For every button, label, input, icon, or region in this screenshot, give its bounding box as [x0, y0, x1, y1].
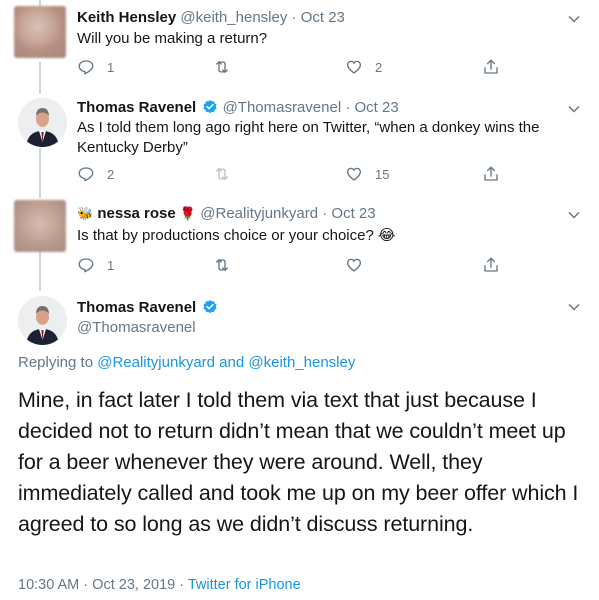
reply-count: 2 [107, 166, 115, 182]
retweet-icon [216, 168, 228, 180]
user-handle[interactable]: @keith_hensley [180, 9, 287, 26]
retweet-button[interactable] [213, 58, 243, 76]
reply-count: 1 [107, 257, 115, 273]
share-button[interactable] [482, 58, 500, 76]
name-prefix-emoji: 🐝 [77, 206, 94, 221]
tweet-actions: 1 2 [77, 58, 507, 78]
tweet-actions: 1 [77, 256, 507, 276]
tweet-source-link[interactable]: Twitter for iPhone [188, 577, 301, 593]
like-count: 15 [375, 166, 390, 182]
user-handle[interactable]: @Thomasravenel [77, 318, 196, 337]
like-button[interactable] [345, 256, 375, 274]
tweet-time[interactable]: 10:30 AM [18, 577, 79, 593]
tweet-header: 🐝 nessa rose 🌹 @Realityjunkyard · Oct 23 [77, 204, 376, 223]
chevron-down-icon[interactable] [567, 300, 581, 314]
reply-icon [78, 258, 94, 273]
main-tweet: Thomas Ravenel @Thomasravenel [0, 292, 599, 352]
like-button[interactable]: 2 [345, 58, 382, 76]
avatar[interactable] [14, 6, 66, 58]
separator: · [179, 577, 185, 593]
avatar-image [18, 98, 67, 147]
chevron-down-icon[interactable] [567, 12, 581, 26]
tweet-text: Is that by productions choice or your ch… [77, 227, 396, 244]
tweet-date[interactable]: Oct 23 [355, 99, 399, 116]
user-handle[interactable]: @Realityjunkyard [200, 205, 318, 222]
tweet-date[interactable]: Oct 23 [331, 205, 375, 222]
tweet-actions: 2 15 [77, 165, 507, 185]
replying-and[interactable]: and [219, 354, 244, 371]
chevron-down-icon[interactable] [567, 102, 581, 116]
retweet-icon [216, 259, 228, 271]
reply-button[interactable]: 1 [77, 58, 114, 76]
name-suffix-emoji: 🌹 [179, 206, 197, 221]
reply-icon [78, 60, 94, 75]
tweet-header: Thomas Ravenel [77, 298, 218, 317]
display-name[interactable]: Thomas Ravenel [77, 99, 196, 116]
reply-icon [78, 167, 94, 182]
separator: · [83, 577, 89, 593]
chevron-down-icon[interactable] [567, 208, 581, 222]
display-name[interactable]: nessa rose [97, 205, 175, 222]
retweet-button[interactable] [213, 256, 243, 274]
tweet-text: As I told them long ago right here on Tw… [77, 119, 540, 156]
verified-badge-icon [203, 300, 217, 314]
display-name[interactable]: Thomas Ravenel [77, 299, 196, 316]
like-icon [346, 167, 362, 181]
avatar[interactable] [18, 296, 67, 345]
avatar[interactable] [18, 98, 67, 147]
reply-button[interactable]: 1 [77, 256, 114, 274]
user-handle[interactable]: @Thomasravenel [223, 99, 342, 116]
retweet-icon [216, 61, 228, 73]
separator: · [291, 9, 297, 26]
share-icon [484, 59, 498, 74]
mention-link[interactable]: @keith_hensley [248, 354, 355, 371]
separator: · [322, 205, 328, 222]
reply-count: 1 [107, 59, 115, 75]
tweet-nessa-rose[interactable]: 🐝 nessa rose 🌹 @Realityjunkyard · Oct 23… [0, 200, 599, 286]
like-icon [346, 258, 362, 272]
main-handle[interactable]: @Thomasravenel [77, 319, 196, 336]
like-count: 2 [375, 59, 383, 75]
replying-prefix: Replying to [18, 354, 94, 371]
tweet-keith-hensley[interactable]: Keith Hensley @keith_hensley · Oct 23 Wi… [0, 0, 599, 92]
reply-button[interactable]: 2 [77, 165, 114, 183]
replying-to: Replying to @Realityjunkyard and @keith_… [18, 354, 355, 371]
share-button[interactable] [482, 165, 500, 183]
share-icon [484, 257, 498, 272]
tweet-footer: 10:30 AM · Oct 23, 2019 · Twitter for iP… [18, 577, 301, 593]
verified-badge-icon [203, 100, 217, 114]
display-name[interactable]: Keith Hensley [77, 9, 176, 26]
tweet-header: Thomas Ravenel @Thomasravenel · Oct 23 [77, 98, 399, 117]
tweet-date[interactable]: Oct 23 [301, 9, 345, 26]
tweet-text: Will you be making a return? [77, 30, 268, 47]
main-tweet-text: Mine, in fact later I told them via text… [18, 388, 579, 536]
avatar-image [18, 296, 67, 345]
like-icon [346, 60, 362, 74]
share-icon [484, 166, 498, 181]
tweet-thomas-ravenel[interactable]: Thomas Ravenel @Thomasravenel · Oct 23 A… [0, 94, 599, 194]
mention-link[interactable]: @Realityjunkyard [97, 354, 215, 371]
separator: · [345, 99, 351, 116]
like-button[interactable]: 15 [345, 165, 389, 183]
tweet-header: Keith Hensley @keith_hensley · Oct 23 [77, 8, 345, 27]
tweet-full-date[interactable]: Oct 23, 2019 [92, 577, 175, 593]
avatar[interactable] [14, 200, 66, 252]
retweet-button[interactable] [213, 165, 243, 183]
share-button[interactable] [482, 256, 500, 274]
